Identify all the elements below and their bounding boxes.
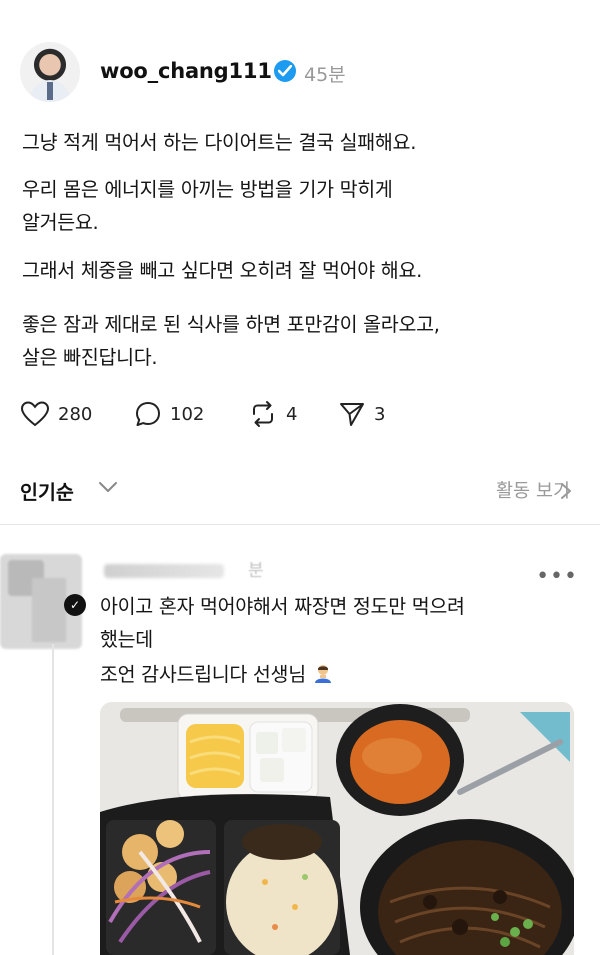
post-line-3: 알거든요. [22,211,99,234]
avatar-tie [47,82,53,100]
bowing-person-emoji-icon [312,662,334,684]
reply-line-2: 했는데 [100,628,153,651]
reply-line-3: 조언 감사드립니다 선생님 [100,663,306,686]
heart-icon [20,401,50,427]
section-divider [0,524,600,525]
repost-count: 4 [286,403,298,425]
reply-paragraph-2: 조언 감사드립니다 선생님 [100,658,334,691]
author-username[interactable]: woo_chang111 [100,59,272,83]
repost-icon [253,401,273,427]
reply-photo[interactable] [100,702,574,955]
send-icon [340,403,364,426]
like-button[interactable]: 280 [20,397,92,431]
reply-username-blurred[interactable] [104,564,224,578]
like-count: 280 [58,403,93,425]
reply-time: 분 [248,561,264,581]
post-paragraph-3: 그래서 체중을 빼고 싶다면 오히려 잘 먹어야 해요. [22,254,422,287]
share-count: 3 [374,403,386,425]
post-line-5: 좋은 잠과 제대로 된 식사를 하면 포만감이 올라오고, [22,313,440,336]
thread-line [52,644,54,955]
post-actions: 280 102 4 3 [20,397,580,431]
comment-icon [136,402,160,426]
repost-button[interactable]: 4 [248,397,297,431]
post-line-4: 그래서 체중을 빼고 싶다면 오히려 잘 먹어야 해요. [22,259,422,282]
reply-paragraph-1: 아이고 혼자 먹어야해서 짜장면 정도만 먹으려 했는데 [100,590,465,656]
more-options-icon[interactable]: ••• [536,564,578,589]
blur-block [32,578,66,642]
author-avatar[interactable] [20,42,80,102]
post-line-2: 우리 몸은 에너지를 아끼는 방법을 기가 막히게 [22,178,393,201]
verified-badge-icon [274,60,296,82]
view-activity-link[interactable]: 활동 보기 [496,477,570,503]
reply-line-1: 아이고 혼자 먹어야해서 짜장면 정도만 먹으려 [100,595,465,618]
post-time: 45분 [304,64,346,86]
chevron-right-icon[interactable] [560,482,572,500]
chevron-down-icon[interactable] [98,481,118,493]
post-line-6: 살은 빠진답니다. [22,346,158,369]
reply-count: 102 [170,403,205,425]
follow-badge-icon: ✓ [64,594,86,616]
food-photo-image [100,702,574,955]
post-line-1: 그냥 적게 먹어서 하는 다이어트는 결국 실패해요. [22,131,417,154]
post-paragraph-1: 그냥 적게 먹어서 하는 다이어트는 결국 실패해요. [22,126,416,159]
share-button[interactable]: 3 [338,397,385,431]
post-paragraph-2: 우리 몸은 에너지를 아끼는 방법을 기가 막히게 알거든요. [22,173,393,239]
reply-button[interactable]: 102 [134,397,204,431]
reply-item: ✓ 분 ••• 아이고 혼자 먹어야해서 짜장면 정도만 먹으려 했는데 조언 … [0,526,600,955]
post-paragraph-4: 좋은 잠과 제대로 된 식사를 하면 포만감이 올라오고, 살은 빠진답니다. [22,308,440,374]
sort-dropdown-label[interactable]: 인기순 [20,476,74,505]
sort-row: 인기순 활동 보기 [0,464,600,514]
